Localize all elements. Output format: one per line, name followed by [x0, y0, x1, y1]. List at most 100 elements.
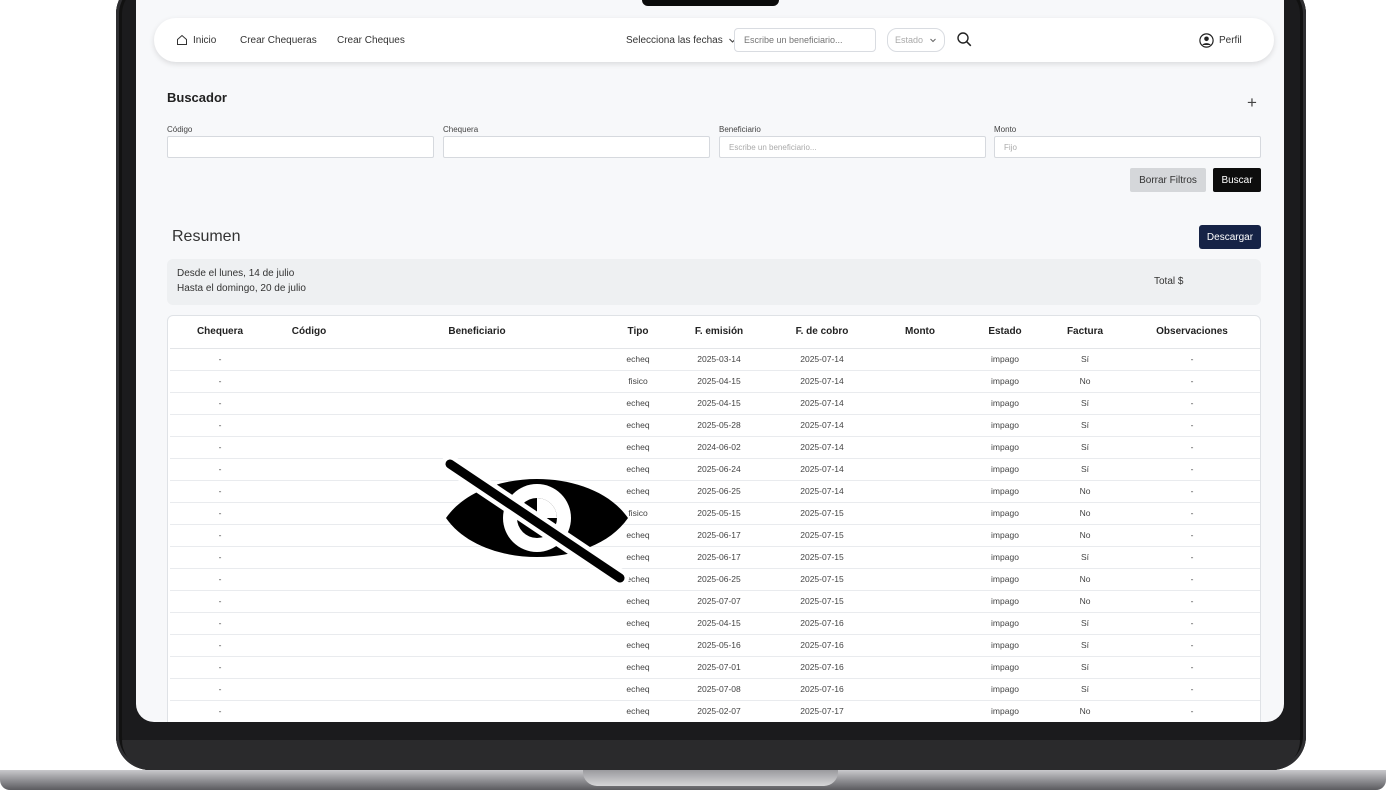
cell-cobro: 2025-07-16	[768, 678, 876, 701]
table-row[interactable]: - echeq 2025-05-16 2025-07-16 impago Sí -	[170, 634, 1260, 657]
cell-estado: impago	[964, 502, 1046, 525]
table-row[interactable]: - echeq 2025-07-01 2025-07-16 impago Sí -	[170, 656, 1260, 679]
table-row[interactable]: - fisico 2025-05-15 2025-07-15 impago No -	[170, 502, 1260, 525]
nav-home[interactable]: Inicio	[176, 34, 216, 46]
cell-redacted	[876, 568, 964, 591]
summary-box: Desde el lunes, 14 de julio Hasta el dom…	[167, 259, 1261, 305]
cell-emision: 2025-04-15	[670, 370, 768, 393]
cell-chequera: -	[170, 568, 270, 591]
cell-tipo: echeq	[606, 634, 670, 657]
cell-chequera: -	[170, 524, 270, 547]
cell-factura: Sí	[1046, 546, 1124, 569]
col-chequera[interactable]: Chequera	[170, 316, 270, 349]
col-tipo[interactable]: Tipo	[606, 316, 670, 349]
table-row[interactable]: - echeq 2025-04-15 2025-07-16 impago Sí -	[170, 612, 1260, 635]
search-button[interactable]: Buscar	[1213, 168, 1261, 192]
col-factura[interactable]: Factura	[1046, 316, 1124, 349]
search-icon[interactable]	[957, 32, 972, 47]
col-beneficiario[interactable]: Beneficiario	[348, 316, 606, 349]
table-row[interactable]: - echeq 2025-06-25 2025-07-15 impago No -	[170, 568, 1260, 591]
nav-crear-chequeras[interactable]: Crear Chequeras	[240, 35, 317, 46]
col-estado[interactable]: Estado	[964, 316, 1046, 349]
nav-beneficiario-input[interactable]	[734, 28, 876, 52]
chevron-down-icon	[930, 38, 936, 43]
cell-redacted	[348, 436, 606, 459]
cell-obs: -	[1124, 656, 1260, 679]
table-row[interactable]: - echeq 2025-02-07 2025-07-17 impago No -	[170, 700, 1260, 722]
cell-tipo: echeq	[606, 612, 670, 635]
cell-factura: No	[1046, 502, 1124, 525]
table-row[interactable]: - echeq 2025-07-07 2025-07-15 impago No -	[170, 590, 1260, 613]
table-row[interactable]: - fisico 2025-04-15 2025-07-14 impago No -	[170, 370, 1260, 393]
monto-label: Monto	[994, 125, 1017, 134]
table-row[interactable]: - echeq 2025-06-25 2025-07-14 impago No -	[170, 480, 1260, 503]
table-row[interactable]: - echeq 2024-06-02 2025-07-14 impago Sí -	[170, 436, 1260, 459]
cell-redacted	[270, 634, 348, 657]
monto-input[interactable]: Fijo	[994, 136, 1261, 158]
cell-redacted	[348, 656, 606, 679]
table-row[interactable]: - echeq 2025-04-15 2025-07-14 impago Sí -	[170, 392, 1260, 415]
cell-redacted	[270, 502, 348, 525]
cell-estado: impago	[964, 480, 1046, 503]
eye-slash-icon	[442, 458, 629, 586]
cell-redacted	[876, 612, 964, 635]
download-button[interactable]: Descargar	[1199, 225, 1261, 249]
col-monto[interactable]: Monto	[876, 316, 964, 349]
col-cobro[interactable]: F. de cobro	[768, 316, 876, 349]
cell-obs: -	[1124, 370, 1260, 393]
date-range-select[interactable]: Selecciona las fechas	[626, 35, 737, 46]
cell-estado: impago	[964, 612, 1046, 635]
cell-tipo: echeq	[606, 700, 670, 722]
chequera-label: Chequera	[443, 125, 479, 134]
cell-emision: 2025-06-17	[670, 524, 768, 547]
codigo-input[interactable]	[167, 136, 434, 158]
cell-cobro: 2025-07-17	[768, 700, 876, 722]
col-observaciones[interactable]: Observaciones	[1124, 316, 1260, 349]
cell-chequera: -	[170, 590, 270, 613]
resumen-title: Resumen	[172, 228, 241, 245]
nav-home-label: Inicio	[193, 34, 217, 46]
cell-cobro: 2025-07-14	[768, 370, 876, 393]
plus-icon[interactable]: +	[1247, 94, 1257, 111]
cell-redacted	[876, 436, 964, 459]
nav-crear-cheques[interactable]: Crear Cheques	[337, 35, 405, 46]
laptop-base-groove	[583, 770, 838, 786]
cell-chequera: -	[170, 458, 270, 481]
table-row[interactable]: - echeq 2025-05-28 2025-07-14 impago Sí -	[170, 414, 1260, 437]
cell-redacted	[876, 590, 964, 613]
table-row[interactable]: - echeq 2025-06-17 2025-07-15 impago No -	[170, 524, 1260, 547]
table-row[interactable]: - echeq 2025-06-17 2025-07-15 impago Sí -	[170, 546, 1260, 569]
codigo-label: Código	[167, 125, 193, 134]
cell-cobro: 2025-07-14	[768, 414, 876, 437]
beneficiario-input[interactable]: Escribe un beneficiario...	[719, 136, 986, 158]
cell-redacted	[876, 634, 964, 657]
table-row[interactable]: - echeq 2025-03-14 2025-07-14 impago Sí -	[170, 348, 1260, 371]
chequera-input[interactable]	[443, 136, 710, 158]
cell-factura: No	[1046, 524, 1124, 547]
cell-emision: 2025-06-24	[670, 458, 768, 481]
laptop-notch	[642, 0, 779, 6]
cell-redacted	[270, 656, 348, 679]
cell-cobro: 2025-07-15	[768, 502, 876, 525]
cell-redacted	[348, 700, 606, 722]
summary-to-date: Hasta el domingo, 20 de julio	[177, 283, 306, 294]
nav-profile[interactable]: Perfil	[1199, 32, 1242, 48]
cell-obs: -	[1124, 348, 1260, 371]
cell-estado: impago	[964, 700, 1046, 722]
cell-factura: Sí	[1046, 436, 1124, 459]
cell-redacted	[270, 590, 348, 613]
table-header-row: Chequera Código Beneficiario Tipo F. emi…	[170, 316, 1260, 349]
cell-chequera: -	[170, 612, 270, 635]
cell-cobro: 2025-07-14	[768, 348, 876, 371]
col-emision[interactable]: F. emisión	[670, 316, 768, 349]
col-codigo[interactable]: Código	[270, 316, 348, 349]
cell-cobro: 2025-07-14	[768, 458, 876, 481]
table-row[interactable]: - echeq 2025-06-24 2025-07-14 impago Sí -	[170, 458, 1260, 481]
table-row[interactable]: - echeq 2025-07-08 2025-07-16 impago Sí -	[170, 678, 1260, 701]
cell-redacted	[270, 348, 348, 371]
nav-estado-select[interactable]: Estado	[887, 28, 945, 52]
cell-redacted	[876, 370, 964, 393]
cell-chequera: -	[170, 656, 270, 679]
clear-filters-button[interactable]: Borrar Filtros	[1130, 168, 1206, 192]
cell-factura: Sí	[1046, 458, 1124, 481]
